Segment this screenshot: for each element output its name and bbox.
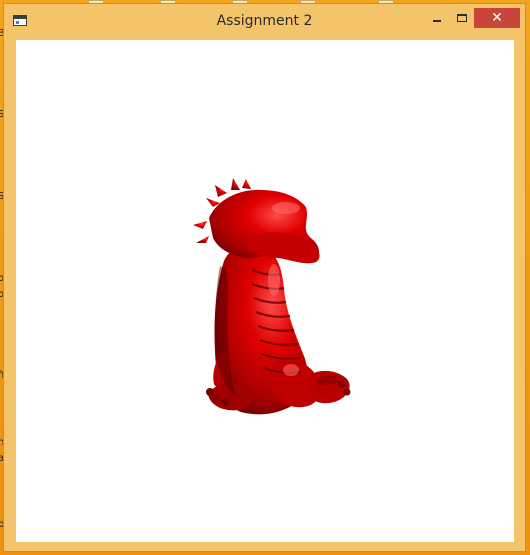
window-titlebar[interactable]: Assignment 2 ✕ xyxy=(4,4,525,38)
desktop-icon-label[interactable]: l xyxy=(0,355,1,366)
maximize-button[interactable] xyxy=(449,8,474,28)
close-icon: ✕ xyxy=(491,10,503,26)
render-viewport[interactable] xyxy=(16,40,514,542)
minimize-button[interactable] xyxy=(424,8,449,28)
maximize-icon xyxy=(456,14,467,22)
minimize-icon xyxy=(432,20,441,22)
dragon-model xyxy=(193,178,351,415)
close-button[interactable]: ✕ xyxy=(474,8,520,28)
app-window: Assignment 2 ✕ xyxy=(3,3,526,552)
